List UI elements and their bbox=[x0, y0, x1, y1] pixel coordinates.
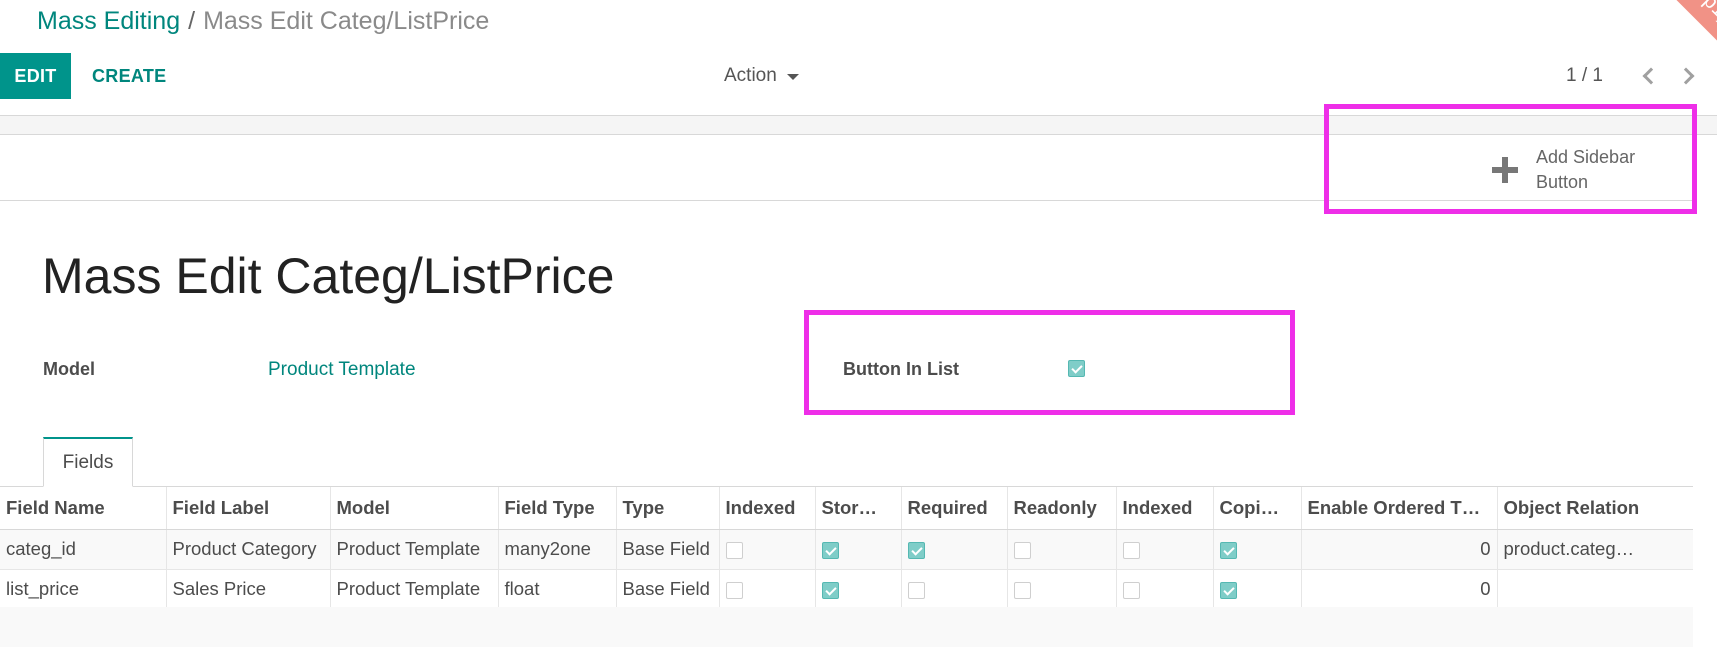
cell-copied bbox=[1213, 569, 1302, 610]
create-button[interactable]: CREATE bbox=[92, 53, 166, 99]
indexed-checkbox[interactable] bbox=[725, 581, 743, 599]
column-header-required[interactable]: Required bbox=[901, 487, 1008, 530]
required-checkbox[interactable] bbox=[907, 541, 925, 559]
column-header-indexed-2[interactable]: Indexed bbox=[1116, 487, 1214, 530]
action-dropdown[interactable]: Action bbox=[724, 53, 799, 99]
model-label: Model bbox=[43, 359, 95, 379]
cell-stored bbox=[815, 529, 902, 570]
cell-readonly bbox=[1007, 569, 1117, 610]
cell-readonly bbox=[1007, 529, 1117, 570]
highlight-box-sidebar-button bbox=[1324, 104, 1697, 214]
cell-indexed-2 bbox=[1116, 569, 1214, 610]
tab-fields[interactable]: Fields bbox=[43, 437, 133, 487]
column-header-field-label[interactable]: Field Label bbox=[166, 487, 331, 530]
cell-required bbox=[901, 569, 1008, 610]
required-checkbox[interactable] bbox=[907, 581, 925, 599]
cell-object-relation bbox=[1497, 569, 1693, 610]
chevron-right-icon bbox=[1677, 67, 1695, 85]
column-header-enable-ordered[interactable]: Enable Ordered T… bbox=[1301, 487, 1498, 530]
cell-required bbox=[901, 529, 1008, 570]
cell-field-label: Product Category bbox=[166, 529, 331, 570]
breadcrumb-current: Mass Edit Categ/ListPrice bbox=[203, 7, 490, 35]
action-dropdown-label: Action bbox=[724, 65, 777, 86]
table-row[interactable]: list_price Sales Price Product Template … bbox=[0, 569, 1693, 610]
column-header-stored[interactable]: Stor… bbox=[815, 487, 902, 530]
cell-object-relation: product.categ… bbox=[1497, 529, 1693, 570]
cell-field-type: float bbox=[498, 569, 617, 610]
pager-next-button[interactable] bbox=[1675, 53, 1703, 99]
cell-field-type: many2one bbox=[498, 529, 617, 570]
table-row[interactable]: categ_id Product Category Product Templa… bbox=[0, 529, 1693, 570]
record-title: Mass Edit Categ/ListPrice bbox=[42, 248, 615, 304]
stored-checkbox[interactable] bbox=[821, 581, 839, 599]
indexed-2-checkbox[interactable] bbox=[1122, 581, 1140, 599]
cell-field-label: Sales Price bbox=[166, 569, 331, 610]
pager-value[interactable]: 1 / 1 bbox=[1566, 53, 1603, 99]
cell-indexed bbox=[719, 529, 816, 570]
cell-field-name: categ_id bbox=[0, 529, 167, 570]
cell-model: Product Template bbox=[330, 569, 499, 610]
cell-type: Base Field bbox=[616, 529, 720, 570]
indexed-checkbox[interactable] bbox=[725, 541, 743, 559]
cell-indexed bbox=[719, 569, 816, 610]
pager-previous-button[interactable] bbox=[1634, 53, 1662, 99]
cell-enable-ordered: 0 bbox=[1301, 569, 1498, 610]
model-field-link[interactable]: Product Template bbox=[268, 359, 416, 381]
column-header-field-name[interactable]: Field Name bbox=[0, 487, 167, 530]
highlight-box-button-in-list bbox=[804, 310, 1295, 415]
breadcrumb: Mass Editing / Mass Edit Categ/ListPrice bbox=[37, 4, 489, 38]
column-header-object-relation[interactable]: Object Relation bbox=[1497, 487, 1693, 530]
column-header-model[interactable]: Model bbox=[330, 487, 499, 530]
cell-copied bbox=[1213, 529, 1302, 570]
table-header-row: Field Name Field Label Model Field Type … bbox=[0, 487, 1693, 530]
cell-model: Product Template bbox=[330, 529, 499, 570]
stored-checkbox[interactable] bbox=[821, 541, 839, 559]
cell-type: Base Field bbox=[616, 569, 720, 610]
column-header-type[interactable]: Type bbox=[616, 487, 720, 530]
readonly-checkbox[interactable] bbox=[1013, 581, 1031, 599]
cell-field-name: list_price bbox=[0, 569, 167, 610]
table-footer-band bbox=[0, 607, 1693, 647]
readonly-checkbox[interactable] bbox=[1013, 541, 1031, 559]
edit-button[interactable]: EDIT bbox=[0, 53, 71, 99]
breadcrumb-parent-link[interactable]: Mass Editing bbox=[37, 7, 180, 35]
column-header-indexed[interactable]: Indexed bbox=[719, 487, 816, 530]
cell-enable-ordered: 0 bbox=[1301, 529, 1498, 570]
fields-table: Field Name Field Label Model Field Type … bbox=[0, 487, 1693, 610]
cell-indexed-2 bbox=[1116, 529, 1214, 570]
column-header-readonly[interactable]: Readonly bbox=[1007, 487, 1117, 530]
indexed-2-checkbox[interactable] bbox=[1122, 541, 1140, 559]
chevron-left-icon bbox=[1642, 67, 1660, 85]
breadcrumb-separator: / bbox=[188, 7, 196, 35]
column-header-field-type[interactable]: Field Type bbox=[498, 487, 617, 530]
copied-checkbox[interactable] bbox=[1219, 541, 1237, 559]
caret-down-icon bbox=[786, 74, 799, 80]
column-header-copied[interactable]: Copi… bbox=[1213, 487, 1302, 530]
copied-checkbox[interactable] bbox=[1219, 581, 1237, 599]
cell-stored bbox=[815, 569, 902, 610]
